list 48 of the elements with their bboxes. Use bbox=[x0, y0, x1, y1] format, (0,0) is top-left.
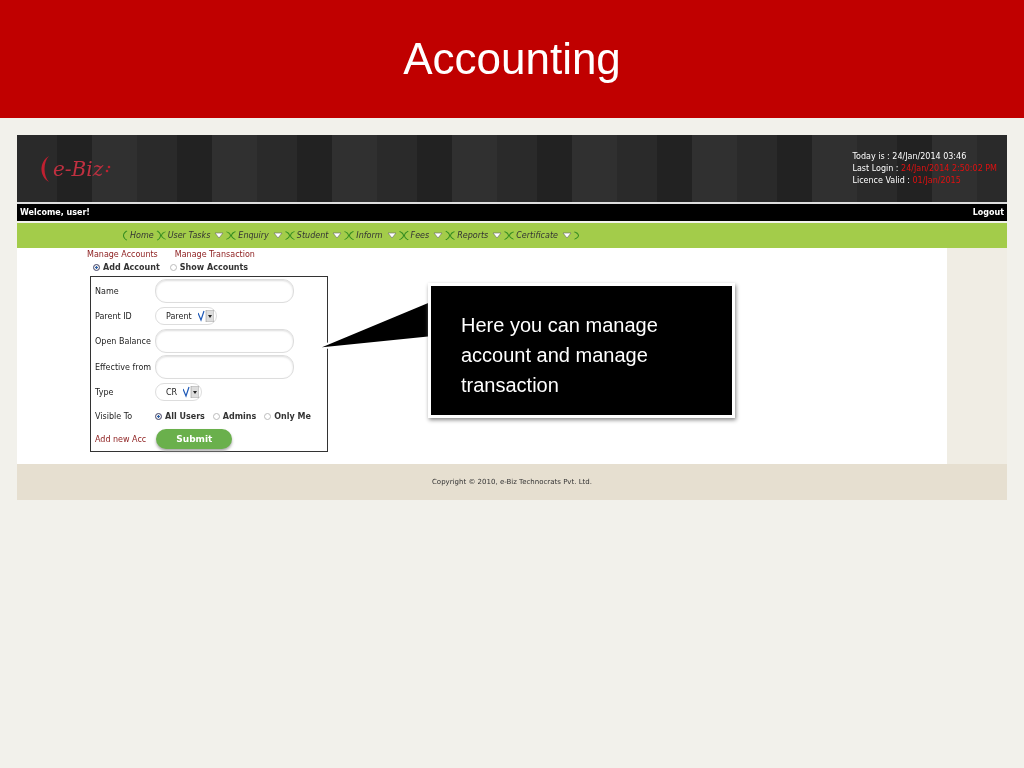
info-line: Last Login : 24/Jan/2014 2:50:02 PM bbox=[852, 164, 997, 173]
field-label: Name bbox=[95, 286, 120, 296]
input-field[interactable] bbox=[155, 329, 294, 353]
tab-link[interactable]: Manage Accounts bbox=[87, 250, 158, 259]
dropdown-arrow-icon[interactable] bbox=[197, 310, 214, 322]
caret-icon bbox=[214, 232, 225, 239]
slide-title: Accounting bbox=[403, 34, 621, 84]
radio-label: Add Account bbox=[103, 263, 160, 272]
radio-button[interactable] bbox=[264, 412, 272, 420]
dots-icon bbox=[105, 164, 112, 173]
radio-button[interactable] bbox=[155, 412, 162, 420]
add-link[interactable]: Add new Acc bbox=[95, 434, 147, 444]
caret-icon bbox=[561, 232, 572, 239]
nav-item[interactable]: User Tasks bbox=[160, 227, 232, 244]
radio-label: Only Me bbox=[274, 411, 311, 421]
input-field[interactable] bbox=[155, 355, 294, 379]
nav-item[interactable]: Student bbox=[289, 227, 350, 244]
welcome-text: Welcome, user! bbox=[20, 208, 90, 217]
radio-label: Admins bbox=[222, 411, 257, 421]
input-field[interactable] bbox=[155, 279, 294, 303]
field-label: Open Balance bbox=[95, 336, 152, 346]
radio-button[interactable] bbox=[169, 264, 177, 271]
field-label: Effective from bbox=[95, 362, 153, 372]
radio-label: Show Accounts bbox=[179, 263, 249, 272]
caret-icon bbox=[332, 232, 343, 239]
nav-item[interactable]: Inform bbox=[349, 227, 404, 244]
field-label: Visible To bbox=[95, 411, 134, 421]
info-line: Licence Valid : 01/Jan/2015 bbox=[852, 176, 962, 185]
radio-button[interactable] bbox=[212, 412, 220, 420]
info-line: Today is : 24/Jan/2014 03:46 bbox=[852, 152, 968, 161]
logo: e-Biz bbox=[53, 156, 104, 181]
logout-link[interactable]: Logout bbox=[972, 208, 1004, 217]
nav-item[interactable]: Home bbox=[123, 227, 161, 244]
nav-item[interactable]: Fees bbox=[403, 227, 451, 244]
field-label: Parent ID bbox=[95, 311, 133, 321]
nav-item[interactable]: Reports bbox=[450, 227, 510, 244]
caret-icon bbox=[433, 232, 444, 239]
caret-icon bbox=[386, 232, 397, 239]
callout-text: Here you can manage account and manage transaction bbox=[461, 313, 659, 398]
nav-item[interactable]: Certificate bbox=[509, 227, 579, 244]
dropdown-arrow-icon[interactable] bbox=[183, 386, 200, 398]
tab-link[interactable]: Manage Transaction bbox=[174, 250, 255, 259]
radio-button[interactable] bbox=[93, 264, 100, 271]
field-label: Type bbox=[95, 387, 115, 397]
radio-label: All Users bbox=[165, 411, 205, 421]
caret-icon bbox=[492, 232, 503, 239]
caret-icon bbox=[272, 232, 283, 239]
nav-item[interactable]: Enquiry bbox=[231, 227, 290, 244]
